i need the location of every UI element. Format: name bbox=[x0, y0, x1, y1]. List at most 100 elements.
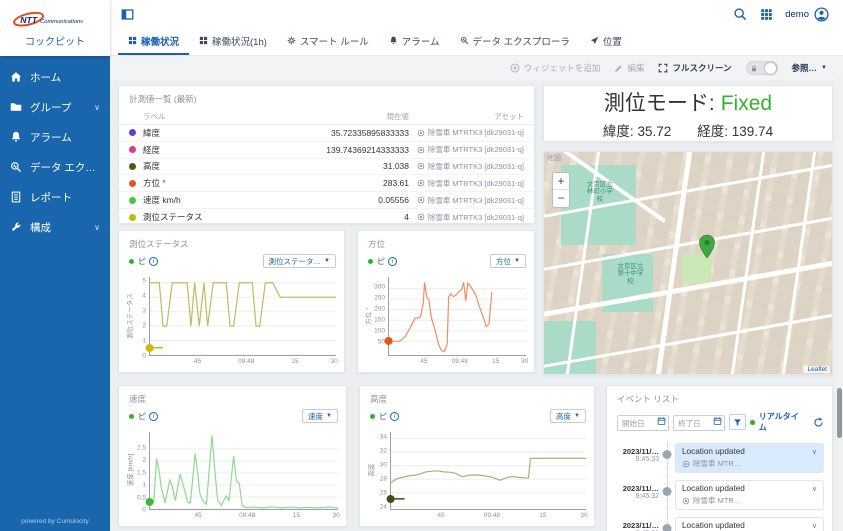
gear-icon bbox=[287, 36, 296, 45]
map-canvas[interactable]: 文京区立 林町小学 校 文京区立 第十中学 校 bbox=[544, 152, 832, 374]
edit-button[interactable]: 編集 bbox=[614, 62, 644, 74]
page-scrollbar[interactable] bbox=[836, 76, 843, 531]
info-icon[interactable]: i bbox=[149, 412, 158, 421]
map-label-school1: 文京区立 林町小学 校 bbox=[570, 181, 630, 203]
user-menu[interactable]: demo bbox=[779, 7, 843, 22]
sidebar-item-label: データ エクスプロ… bbox=[30, 160, 100, 175]
device-icon bbox=[417, 162, 425, 170]
map-marker-pin[interactable] bbox=[698, 234, 715, 259]
latest-value-marker bbox=[385, 337, 393, 345]
dashboard-tabs: 稼働状況稼働状況(1h) スマート ルールアラームデータ エクスプローラ位置 bbox=[110, 28, 843, 56]
chart-plot-area bbox=[388, 277, 526, 356]
widget-title: イベント リスト bbox=[607, 386, 832, 405]
dashboard-toolbar: ウィジェットを追加 編集 フルスクリーン 参照…▼ bbox=[110, 56, 843, 80]
event-card[interactable]: Location updated∨除雪車 MTR… bbox=[675, 443, 824, 473]
sidebar-item-0[interactable]: ホーム bbox=[0, 62, 110, 92]
chevron-down-icon[interactable]: ∨ bbox=[812, 485, 817, 493]
info-icon[interactable]: i bbox=[388, 257, 397, 266]
asset-link[interactable]: 除雪車 MTRTK3 [dk29031-q] bbox=[409, 212, 524, 223]
realtime-status-dot bbox=[750, 420, 755, 425]
event-card[interactable]: Location updated∨除雪車 MTR… bbox=[675, 480, 824, 510]
sidebar-item-1[interactable]: グループ∨ bbox=[0, 92, 110, 122]
add-widget-button[interactable]: ウィジェットを追加 bbox=[510, 62, 601, 74]
timeline-dot bbox=[663, 524, 672, 531]
device-icon bbox=[682, 497, 690, 505]
zoom-out-button[interactable]: − bbox=[553, 190, 569, 207]
lock-icon bbox=[750, 64, 758, 73]
asset-link[interactable]: 除雪車 MTRTK3 [dk29031-q] bbox=[409, 178, 524, 189]
tab-4[interactable]: データ エクスプローラ bbox=[450, 28, 580, 55]
chart-plot-area bbox=[149, 432, 338, 510]
scrollbar-thumb[interactable] bbox=[837, 388, 842, 438]
sidebar-item-2[interactable]: アラーム bbox=[0, 122, 110, 152]
chevron-down-icon: ▼ bbox=[326, 413, 332, 419]
chart-datapoint-select[interactable]: 測位ステータ…▼ bbox=[263, 254, 336, 268]
chart-plot-area bbox=[390, 432, 586, 510]
info-icon[interactable]: i bbox=[149, 257, 158, 266]
lock-toggle[interactable] bbox=[746, 61, 778, 75]
tab-0[interactable]: 稼働状況 bbox=[118, 28, 189, 55]
event-title: Location updated bbox=[682, 447, 745, 456]
chart-datapoint-select[interactable]: 高度▼ bbox=[550, 409, 586, 423]
event-row: 2023/11/…9:45:33Location updated∨除雪車 MTR… bbox=[613, 443, 824, 473]
info-icon[interactable]: i bbox=[390, 412, 399, 421]
sidebar-item-3[interactable]: データ エクスプロ… bbox=[0, 152, 110, 182]
chart-datapoint-select[interactable]: 速度▼ bbox=[302, 409, 338, 423]
tab-1[interactable]: 稼働状況(1h) bbox=[189, 28, 277, 55]
map-widget: 文京区立 林町小学 校 文京区立 第十中学 校 地図 + − Leaflet bbox=[543, 151, 833, 375]
tab-2[interactable]: スマート ルール bbox=[277, 28, 379, 55]
chevron-down-icon[interactable]: ∨ bbox=[812, 522, 817, 530]
asset-link[interactable]: 除雪車 MTRTK3 [dk29031-q] bbox=[409, 127, 524, 138]
calendar-icon[interactable] bbox=[713, 416, 722, 426]
app-switcher-icon[interactable] bbox=[753, 0, 779, 28]
device-icon bbox=[417, 179, 425, 187]
fullscreen-button[interactable]: フルスクリーン bbox=[658, 62, 731, 74]
tab-label: スマート ルール bbox=[300, 34, 369, 48]
y-axis-label: 速度 [km/h] bbox=[125, 430, 133, 510]
realtime-toggle[interactable]: リアルタイム bbox=[750, 411, 803, 433]
latitude-value: 35.72 bbox=[637, 124, 671, 139]
map-attribution[interactable]: Leaflet bbox=[804, 366, 830, 373]
event-card[interactable]: Location updated∨除雪車 MTR… bbox=[675, 517, 824, 531]
sidebar-item-label: アラーム bbox=[30, 130, 100, 145]
chart-title: 速度 bbox=[119, 386, 346, 405]
chart-datapoint-select[interactable]: 方位▼ bbox=[490, 254, 526, 268]
chart-altitude: 高度ピi高度▼高度2426283032344509:481530 bbox=[359, 385, 595, 527]
event-list-widget: イベント リスト リアルタイム 2023/11/…9:45:33Location… bbox=[606, 385, 833, 531]
table-header: ラベル 現在値 アセット bbox=[119, 109, 534, 125]
map-label-school2: 文京区立 第十中学 校 bbox=[604, 263, 656, 285]
datapoint-color-dot bbox=[129, 180, 136, 187]
event-timestamp: 2023/11/…9:45:32 bbox=[613, 480, 659, 510]
folder-icon bbox=[10, 101, 22, 113]
chevron-down-icon[interactable]: ∨ bbox=[812, 448, 817, 456]
datapoint-label: 速度 km/h bbox=[129, 194, 279, 206]
positioning-mode-widget: 測位モード:Fixed 緯度: 35.72 経度: 139.74 bbox=[543, 85, 833, 142]
sidebar-item-4[interactable]: レポート bbox=[0, 182, 110, 212]
sidebar-item-label: 構成 bbox=[30, 220, 86, 235]
calendar-icon[interactable] bbox=[657, 416, 666, 426]
asset-link[interactable]: 除雪車 MTRTK3 [dk29031-q] bbox=[409, 144, 524, 155]
table-row: 方位 °283.61除雪車 MTRTK3 [dk29031-q] bbox=[119, 175, 534, 192]
coordinates: 緯度: 35.72 経度: 139.74 bbox=[603, 120, 773, 140]
grid-icon bbox=[199, 36, 208, 45]
sidebar-item-label: グループ bbox=[30, 100, 86, 115]
x-axis-ticks: 4509:481530 bbox=[390, 512, 586, 522]
tab-3[interactable]: アラーム bbox=[379, 28, 450, 55]
device-icon bbox=[417, 129, 425, 137]
asset-link[interactable]: 除雪車 MTRTK3 [dk29031-q] bbox=[409, 195, 524, 206]
dashboard-page: NTT Communications コックピット ホームグループ∨アラームデー… bbox=[0, 0, 843, 531]
zoom-in-button[interactable]: + bbox=[553, 173, 569, 190]
search-icon[interactable] bbox=[727, 0, 753, 28]
datapoint-color-dot bbox=[129, 197, 136, 204]
datapoint-color-dot bbox=[129, 146, 136, 153]
datapoint-value: 139.74369214333333 bbox=[279, 145, 409, 155]
refresh-icon[interactable] bbox=[813, 417, 824, 428]
tab-5[interactable]: 位置 bbox=[580, 28, 632, 55]
table-row: 測位ステータス4除雪車 MTRTK3 [dk29031-q] bbox=[119, 209, 534, 226]
sidebar-item-5[interactable]: 構成∨ bbox=[0, 212, 110, 242]
collapse-sidebar-icon[interactable] bbox=[114, 0, 140, 28]
svg-text:NTT: NTT bbox=[20, 14, 38, 24]
asset-link[interactable]: 除雪車 MTRTK3 [dk29031-q] bbox=[409, 161, 524, 172]
filter-icon[interactable] bbox=[729, 414, 746, 430]
reference-dropdown[interactable]: 参照…▼ bbox=[792, 62, 827, 74]
